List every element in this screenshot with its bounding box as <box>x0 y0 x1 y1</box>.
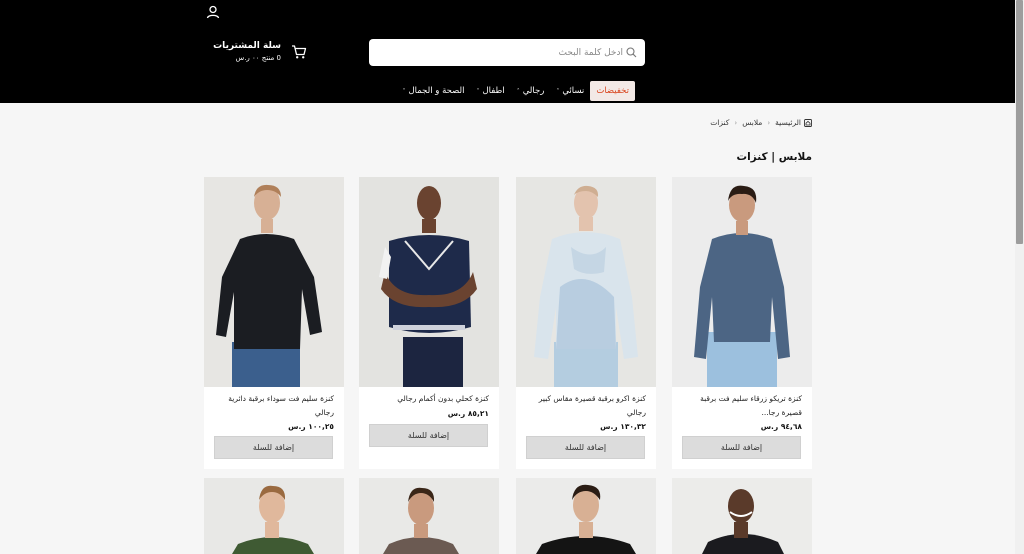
cart-widget[interactable]: سلة المشتريات 0 منتج ٠٠ ر.س <box>213 40 309 66</box>
product-name[interactable]: كنزة اكرو برقبة قصيرة مقاس كبير رجالي <box>524 392 646 420</box>
add-to-cart-button[interactable]: إضافة للسلة <box>214 436 333 459</box>
product-card[interactable] <box>672 478 812 554</box>
add-to-cart-button[interactable]: إضافة للسلة <box>369 424 488 447</box>
product-name[interactable]: كنزة تريكو زرقاء سليم فت برقبة قصيرة رجا… <box>680 392 802 420</box>
product-image[interactable] <box>516 478 656 554</box>
nav-item-men[interactable]: رجالي ˄ <box>511 81 551 101</box>
nav-item-kids[interactable]: اطفال ˄ <box>470 81 510 101</box>
nav-item-women[interactable]: نسائي ˄ <box>550 81 590 101</box>
search-box <box>369 39 645 66</box>
product-card[interactable]: كنزة اكرو برقبة قصيرة مقاس كبير رجالي ١٣… <box>516 177 656 469</box>
product-card[interactable]: كنزة سليم فت سوداء برقبة دائرية رجالي ١٠… <box>204 177 344 469</box>
model-photo <box>672 177 812 387</box>
model-photo <box>359 478 499 554</box>
nav-item-label: اطفال <box>482 86 505 96</box>
breadcrumb-home[interactable]: الرئيسية <box>775 118 801 127</box>
product-card[interactable]: كنزة كحلي بدون أكمام رجالي ٨٥,٢١ ر.س إضا… <box>359 177 499 469</box>
model-photo <box>672 478 812 554</box>
chevron-up-icon: ˄ <box>516 87 520 95</box>
product-image[interactable] <box>672 478 812 554</box>
product-price: ١٣٠,٣٢ ر.س <box>600 422 646 431</box>
nav-item-sales[interactable]: تخفيضات <box>590 81 635 101</box>
product-image[interactable] <box>204 478 344 554</box>
scrollbar-thumb[interactable] <box>1016 0 1023 244</box>
chevron-up-icon: ˄ <box>476 87 480 95</box>
breadcrumb-separator: ‹ <box>767 118 771 127</box>
breadcrumb: الرئيسية ‹ ملابس ‹ كنزات <box>710 118 812 127</box>
search-input[interactable] <box>383 39 623 66</box>
nav-item-label: نسائي <box>562 86 585 96</box>
product-card[interactable]: كنزة تريكو زرقاء سليم فت برقبة قصيرة رجا… <box>672 177 812 469</box>
model-photo <box>204 177 344 387</box>
chevron-up-icon: ˄ <box>402 87 406 95</box>
add-to-cart-button[interactable]: إضافة للسلة <box>682 436 801 459</box>
product-image[interactable] <box>359 177 499 387</box>
product-price: ٩٤,٦٨ ر.س <box>760 422 802 431</box>
main-nav: تخفيضات نسائي ˄ رجالي ˄ اطفال ˄ الصحة و … <box>385 80 635 102</box>
product-card[interactable] <box>516 478 656 554</box>
model-photo <box>359 177 499 387</box>
cart-title: سلة المشتريات <box>213 41 281 51</box>
model-photo <box>516 478 656 554</box>
nav-item-health-beauty[interactable]: الصحة و الجمال ˄ <box>396 81 470 101</box>
product-image[interactable] <box>672 177 812 387</box>
product-card[interactable] <box>204 478 344 554</box>
product-card[interactable] <box>359 478 499 554</box>
nav-item-label: رجالي <box>522 86 545 96</box>
nav-item-label: الصحة و الجمال <box>408 86 465 96</box>
search-icon[interactable] <box>626 47 637 58</box>
product-image[interactable] <box>359 478 499 554</box>
site-header: سلة المشتريات 0 منتج ٠٠ ر.س تخفيضات نسائ… <box>0 0 1015 103</box>
product-image[interactable] <box>204 177 344 387</box>
cart-icon[interactable] <box>291 44 307 60</box>
breadcrumb-separator: ‹ <box>734 118 738 127</box>
nav-item-label: تخفيضات <box>596 86 629 96</box>
product-name[interactable]: كنزة كحلي بدون أكمام رجالي <box>367 392 489 406</box>
chevron-up-icon: ˄ <box>556 87 560 95</box>
user-icon[interactable] <box>206 5 220 19</box>
product-name[interactable]: كنزة سليم فت سوداء برقبة دائرية رجالي <box>212 392 334 420</box>
model-photo <box>204 478 344 554</box>
breadcrumb-item-clothing[interactable]: ملابس <box>742 118 762 127</box>
product-price: ١٠٠,٢٥ ر.س <box>288 422 334 431</box>
add-to-cart-button[interactable]: إضافة للسلة <box>526 436 645 459</box>
product-image[interactable] <box>516 177 656 387</box>
product-price: ٨٥,٢١ ر.س <box>447 409 489 418</box>
model-photo <box>516 177 656 387</box>
home-icon <box>804 118 812 127</box>
cart-summary: 0 منتج ٠٠ ر.س <box>235 54 281 62</box>
breadcrumb-item-sweaters: كنزات <box>710 118 730 127</box>
page-title: ملابس | كنزات <box>736 151 812 163</box>
